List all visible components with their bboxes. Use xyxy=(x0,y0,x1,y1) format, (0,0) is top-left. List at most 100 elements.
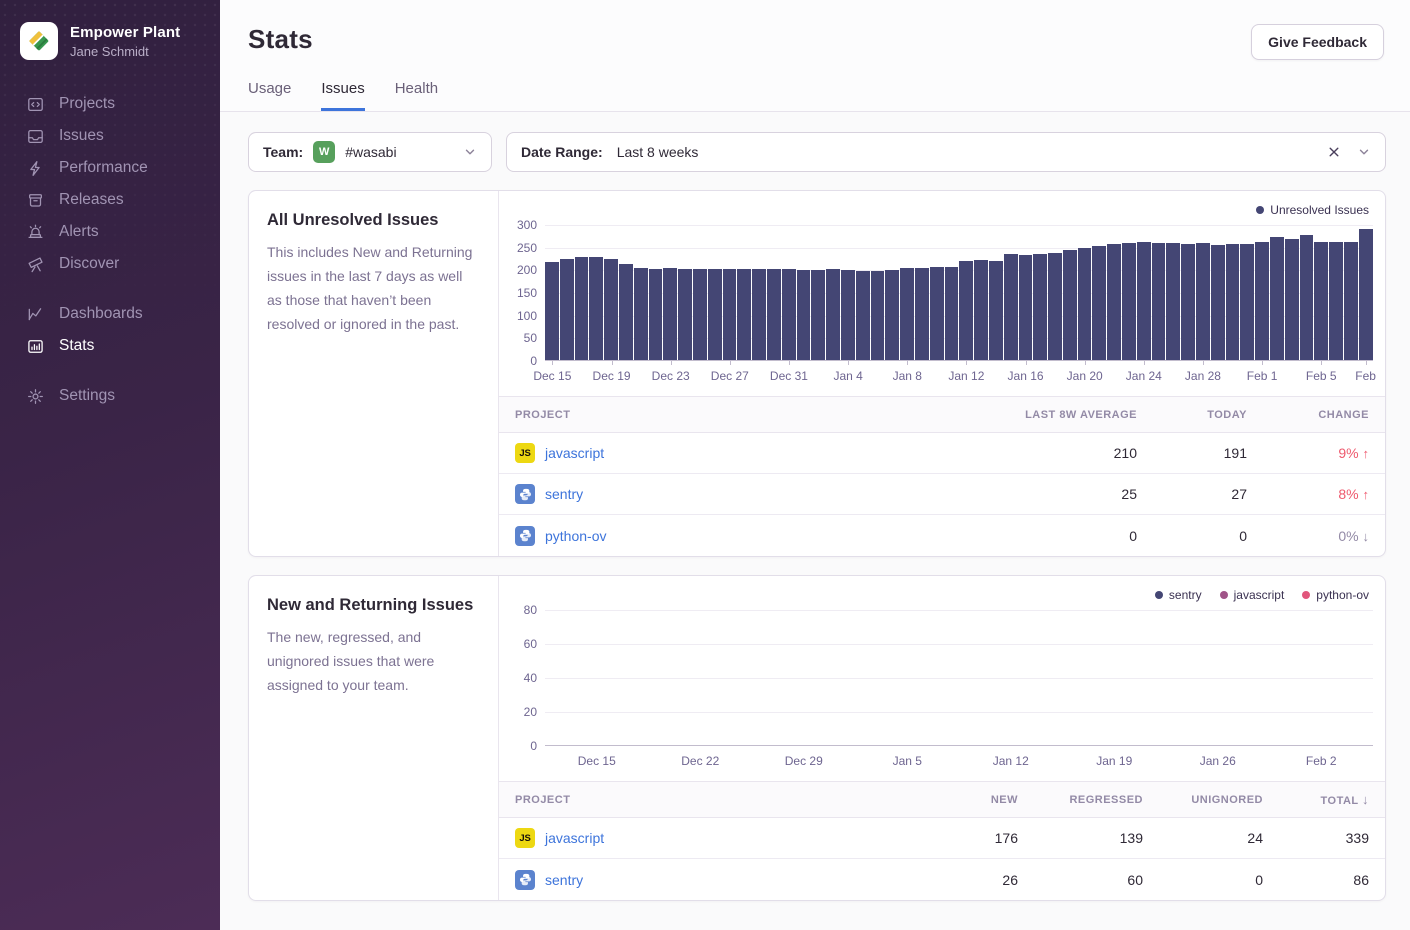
sidebar-item-releases[interactable]: Releases xyxy=(0,184,220,216)
x-tick-label: Jan 28 xyxy=(1185,369,1221,383)
bar[interactable] xyxy=(1181,244,1195,361)
project-link[interactable]: python-ov xyxy=(545,528,606,544)
bar[interactable] xyxy=(1285,239,1299,361)
bar[interactable] xyxy=(575,257,589,361)
bar[interactable] xyxy=(1359,229,1373,361)
org-switcher[interactable]: Empower Plant Jane Schmidt xyxy=(0,0,220,84)
bar[interactable] xyxy=(1344,242,1358,361)
bar[interactable] xyxy=(1226,244,1240,361)
bar[interactable] xyxy=(782,269,796,361)
panel-all-unresolved-issues: All Unresolved Issues This includes New … xyxy=(248,190,1386,557)
bar[interactable] xyxy=(1137,242,1151,361)
bar[interactable] xyxy=(619,264,633,361)
bar[interactable] xyxy=(663,268,677,361)
bar[interactable] xyxy=(752,269,766,361)
panel-title: All Unresolved Issues xyxy=(267,211,480,230)
table-cell: 0 xyxy=(1143,872,1263,888)
bar[interactable] xyxy=(545,262,559,361)
bar[interactable] xyxy=(1329,242,1343,361)
column-header-change[interactable]: CHANGE xyxy=(1247,409,1369,421)
bar[interactable] xyxy=(900,268,914,361)
bar[interactable] xyxy=(649,269,663,361)
bar[interactable] xyxy=(1255,242,1269,361)
bar[interactable] xyxy=(959,261,973,361)
bar[interactable] xyxy=(1196,243,1210,361)
bar[interactable] xyxy=(1166,243,1180,361)
column-header-regressed[interactable]: REGRESSED xyxy=(1018,794,1143,806)
bar[interactable] xyxy=(737,269,751,361)
x-tick-label: Dec 22 xyxy=(681,754,719,768)
bar[interactable] xyxy=(1270,237,1284,361)
column-header-unignored[interactable]: UNIGNORED xyxy=(1143,794,1263,806)
tab-issues[interactable]: Issues xyxy=(321,80,364,111)
bar[interactable] xyxy=(560,259,574,361)
bar[interactable] xyxy=(678,269,692,361)
bar[interactable] xyxy=(797,270,811,361)
project-link[interactable]: javascript xyxy=(545,830,604,846)
sidebar-item-stats[interactable]: Stats xyxy=(0,330,220,362)
project-link[interactable]: sentry xyxy=(545,872,583,888)
bar[interactable] xyxy=(1004,254,1018,361)
panel-info: New and Returning Issues The new, regres… xyxy=(249,576,499,900)
sidebar-item-discover[interactable]: Discover xyxy=(0,248,220,280)
tab-usage[interactable]: Usage xyxy=(248,80,291,111)
date-range-filter[interactable]: Date Range: Last 8 weeks xyxy=(506,132,1386,172)
bar[interactable] xyxy=(1033,254,1047,361)
bar[interactable] xyxy=(604,259,618,361)
bar[interactable] xyxy=(915,268,929,361)
project-link[interactable]: sentry xyxy=(545,486,583,502)
bar[interactable] xyxy=(589,257,603,361)
table-cell: 0 xyxy=(917,528,1137,544)
sidebar-item-projects[interactable]: Projects xyxy=(0,88,220,120)
sidebar-item-dashboards[interactable]: Dashboards xyxy=(0,298,220,330)
bar[interactable] xyxy=(841,270,855,361)
team-filter[interactable]: Team: W #wasabi xyxy=(248,132,492,172)
bar[interactable] xyxy=(693,269,707,361)
column-header-today[interactable]: TODAY xyxy=(1137,409,1247,421)
main-area: Stats Give Feedback Usage Issues Health … xyxy=(220,0,1410,930)
column-header-project[interactable]: PROJECT xyxy=(515,794,908,806)
bar[interactable] xyxy=(1211,245,1225,361)
column-header-last-8w-average[interactable]: LAST 8W AVERAGE xyxy=(917,409,1137,421)
column-header-new[interactable]: NEW xyxy=(908,794,1018,806)
bar[interactable] xyxy=(826,269,840,361)
bar[interactable] xyxy=(723,269,737,361)
sidebar-item-alerts[interactable]: Alerts xyxy=(0,216,220,248)
bar[interactable] xyxy=(1314,242,1328,361)
bar[interactable] xyxy=(634,268,648,361)
bar[interactable] xyxy=(1240,244,1254,361)
bar[interactable] xyxy=(1122,243,1136,361)
bar[interactable] xyxy=(856,271,870,361)
bar[interactable] xyxy=(1019,255,1033,361)
bar[interactable] xyxy=(1048,253,1062,361)
column-header-total[interactable]: TOTAL ↓ xyxy=(1263,792,1369,807)
bar[interactable] xyxy=(885,270,899,361)
bar[interactable] xyxy=(974,260,988,361)
bar[interactable] xyxy=(1152,243,1166,361)
sidebar-item-performance[interactable]: Performance xyxy=(0,152,220,184)
bar[interactable] xyxy=(930,267,944,361)
bar[interactable] xyxy=(1092,246,1106,361)
sidebar-item-settings[interactable]: Settings xyxy=(0,380,220,412)
clear-filter-icon[interactable] xyxy=(1327,145,1341,159)
python-platform-icon xyxy=(515,526,535,546)
bar[interactable] xyxy=(708,269,722,361)
sort-desc-icon: ↓ xyxy=(1362,792,1369,807)
bar[interactable] xyxy=(1300,235,1314,361)
column-header-project[interactable]: PROJECT xyxy=(515,409,917,421)
bar[interactable] xyxy=(871,271,885,361)
bar[interactable] xyxy=(945,267,959,361)
bar[interactable] xyxy=(811,270,825,361)
project-link[interactable]: javascript xyxy=(545,445,604,461)
bar[interactable] xyxy=(1107,244,1121,361)
table-cell: 339 xyxy=(1263,830,1369,846)
give-feedback-button[interactable]: Give Feedback xyxy=(1251,24,1384,60)
table-row-javascript: JSjavascript2101919% ↑ xyxy=(499,433,1385,474)
bar[interactable] xyxy=(1063,250,1077,361)
sidebar-item-issues[interactable]: Issues xyxy=(0,120,220,152)
panel-new-returning-issues: New and Returning Issues The new, regres… xyxy=(248,575,1386,901)
bar[interactable] xyxy=(1078,248,1092,361)
bar[interactable] xyxy=(989,261,1003,361)
bar[interactable] xyxy=(767,269,781,361)
tab-health[interactable]: Health xyxy=(395,80,438,111)
